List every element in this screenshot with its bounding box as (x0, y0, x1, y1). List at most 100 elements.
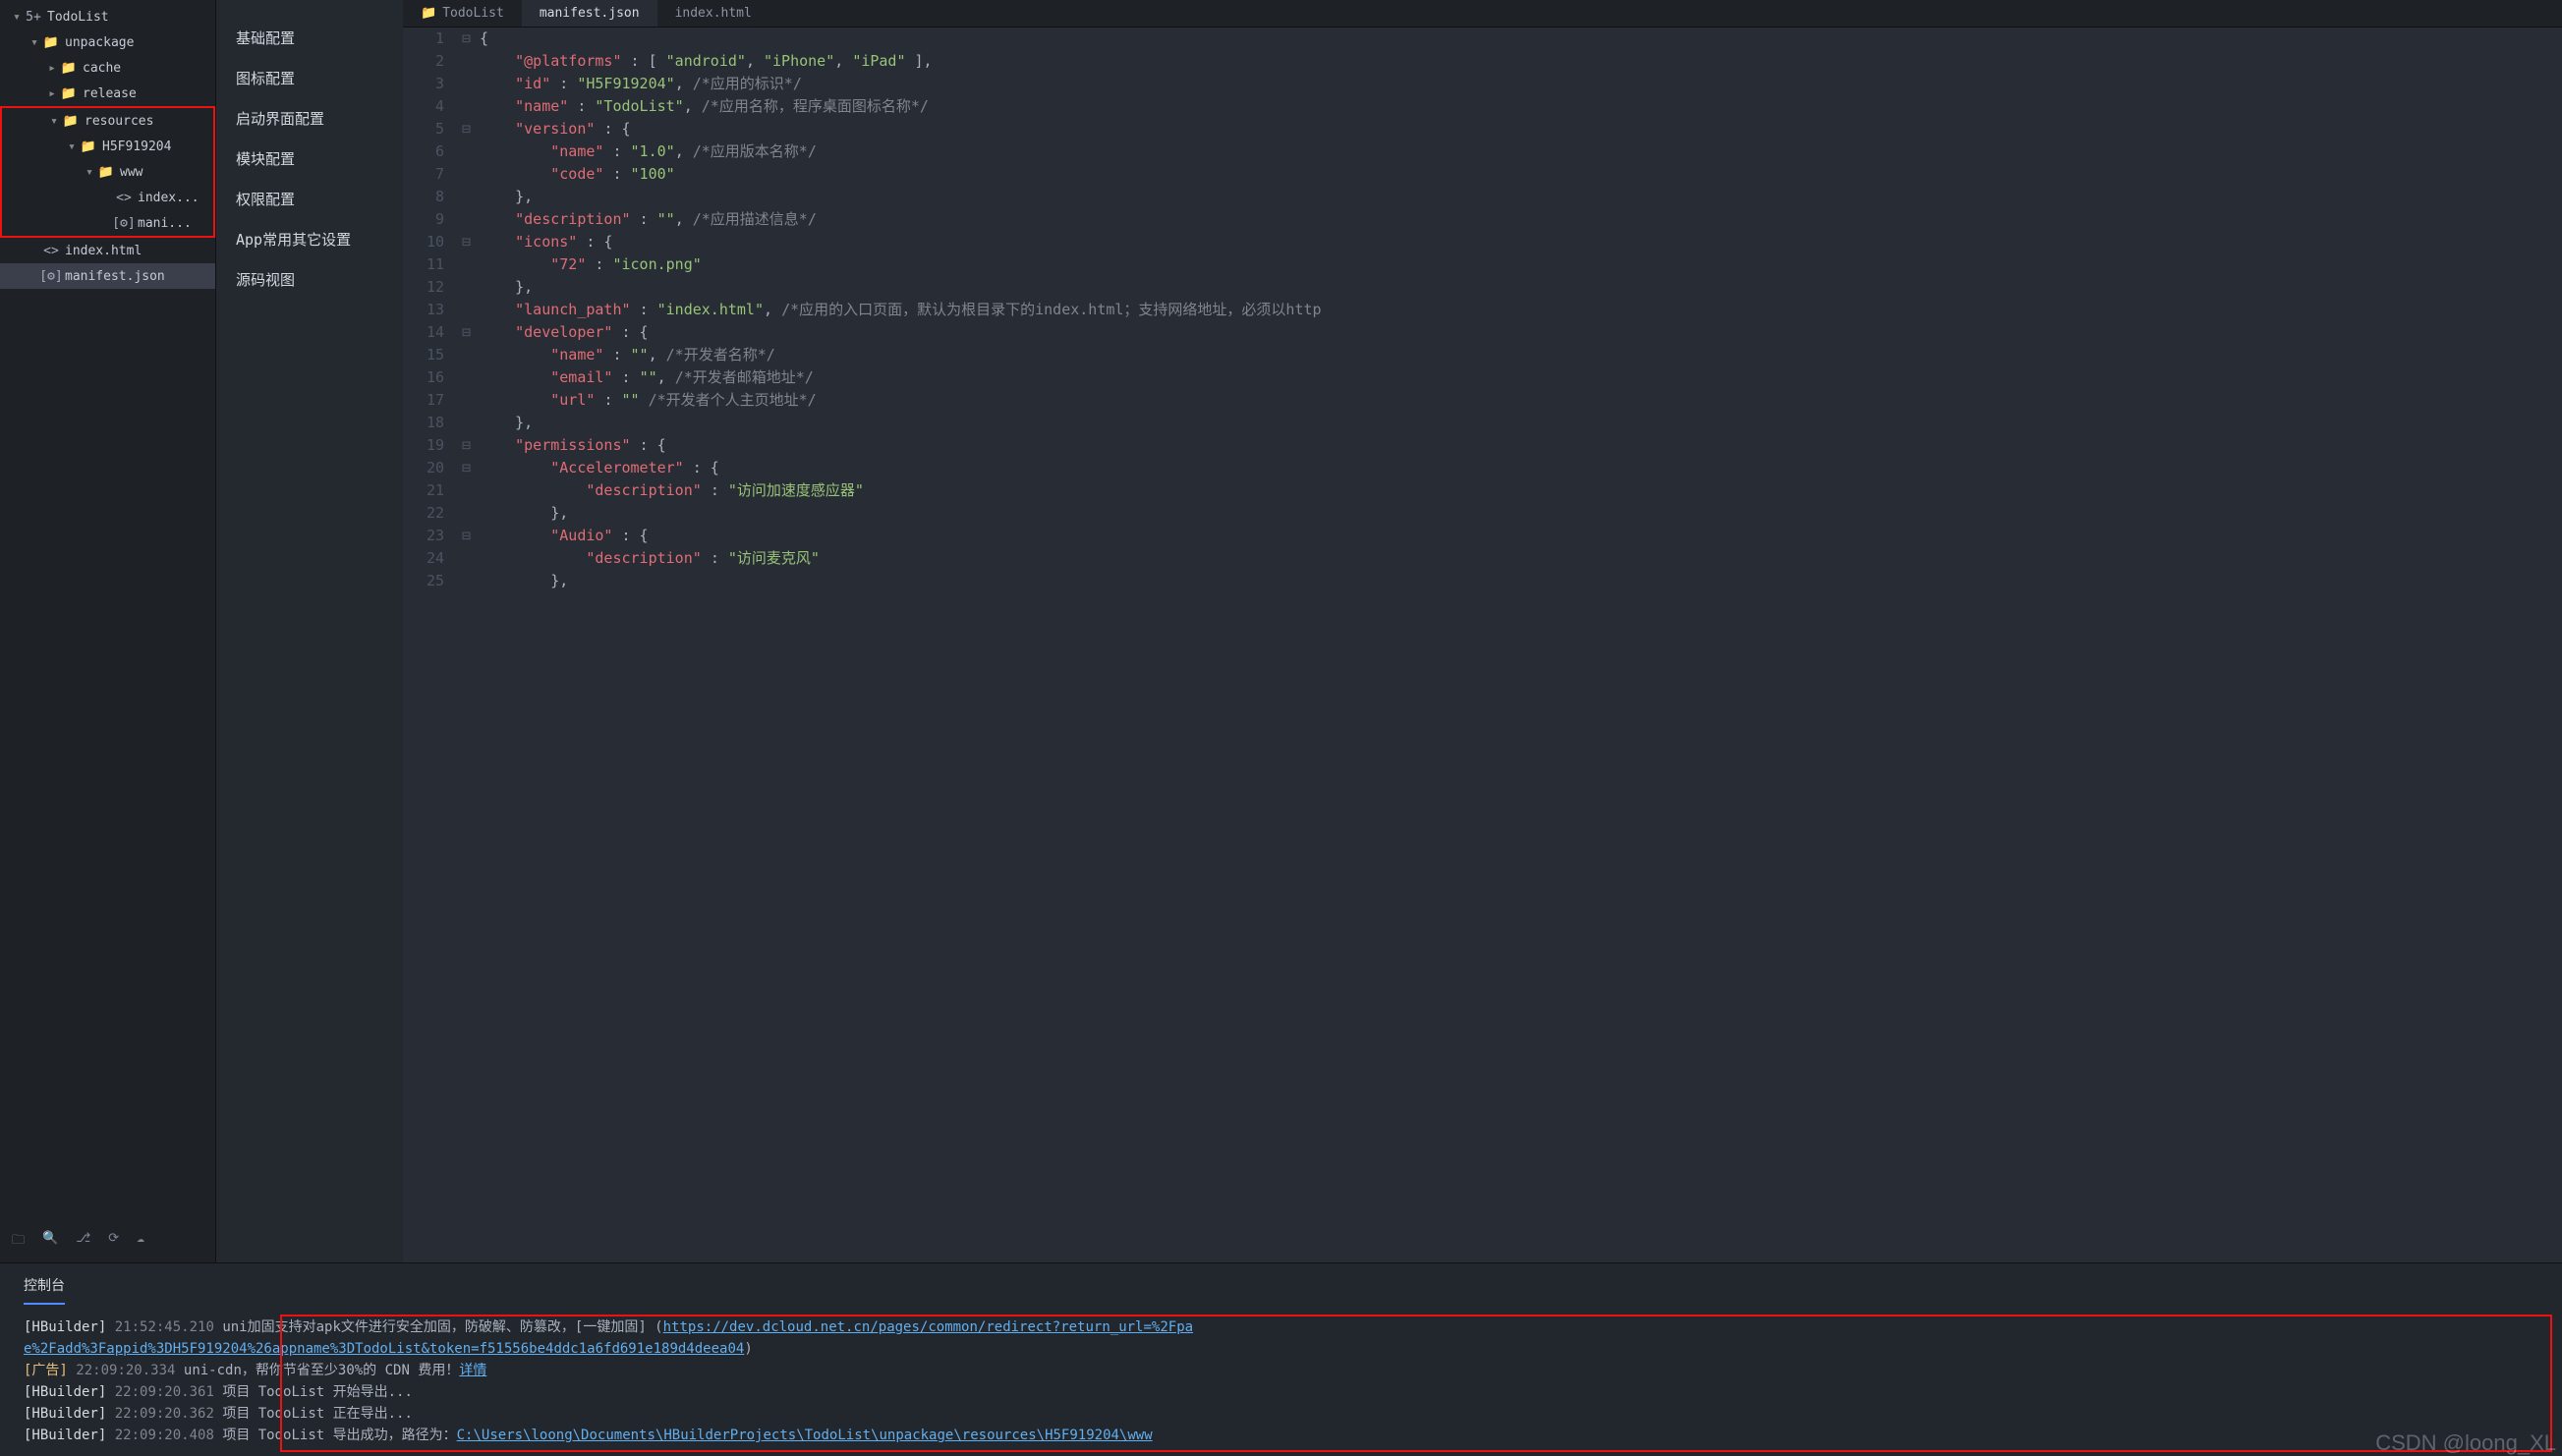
code-line: "72" : "icon.png" (480, 253, 2562, 276)
console-line: [广告] 22:09:20.334 uni-cdn，帮你节省至少30%的 CDN… (24, 1360, 2538, 1381)
fold-toggle[interactable]: ⊟ (462, 457, 480, 479)
sync-icon[interactable]: ⟳ (108, 1231, 119, 1253)
code-line: "version" : { (480, 118, 2562, 140)
editor-tab[interactable]: 📁TodoList (403, 0, 522, 27)
manifest-nav-item[interactable]: 权限配置 (216, 179, 403, 219)
chevron-icon: ▾ (65, 140, 79, 154)
fold-toggle[interactable]: ⊟ (462, 28, 480, 50)
log-timestamp: 21:52:45.210 (115, 1319, 214, 1335)
line-number: 18 (403, 412, 444, 434)
log-link[interactable]: 详情 (459, 1363, 486, 1378)
binoculars-icon[interactable]: 🔍 (42, 1231, 58, 1253)
line-number: 11 (403, 253, 444, 276)
code-line: "name" : "", /*开发者名称*/ (480, 344, 2562, 366)
code-line: "Accelerometer" : { (480, 457, 2562, 479)
fold-toggle (462, 299, 480, 321)
code-line: }, (480, 186, 2562, 208)
fold-toggle (462, 50, 480, 73)
fold-toggle[interactable]: ⊟ (462, 321, 480, 344)
line-number: 8 (403, 186, 444, 208)
manifest-nav-item[interactable]: 模块配置 (216, 139, 403, 179)
editor-tab[interactable]: index.html (657, 0, 769, 27)
fold-toggle[interactable]: ⊟ (462, 525, 480, 547)
tree-label: index.html (65, 244, 142, 258)
code-line: "description" : "访问加速度感应器" (480, 479, 2562, 502)
editor-pane: 📁TodoListmanifest.jsonindex.html 1234567… (403, 0, 2562, 1262)
console-line: [HBuilder] 22:09:20.362 项目 TodoList 正在导出… (24, 1403, 2538, 1425)
file-icon: 📁 (98, 165, 114, 180)
code-line: }, (480, 412, 2562, 434)
chevron-icon: ▾ (28, 35, 41, 50)
code-editor[interactable]: 1234567891011121314151617181920212223242… (403, 28, 2562, 1262)
file-icon: 📁 (61, 61, 77, 76)
tree-item[interactable]: <> index.html (0, 238, 215, 263)
file-icon: 📁 (43, 35, 59, 50)
line-number: 17 (403, 389, 444, 412)
tree-label: manifest.json (65, 269, 165, 284)
tree-label: www (120, 165, 142, 180)
file-icon: 📁 (63, 114, 79, 129)
code-line: }, (480, 276, 2562, 299)
console-panel: 控制台 [HBuilder] 21:52:45.210 uni加固支持对apk文… (0, 1262, 2562, 1456)
file-icon: 5+ (26, 10, 41, 25)
line-number: 6 (403, 140, 444, 163)
code-line: "name" : "TodoList", /*应用名称，程序桌面图标名称*/ (480, 95, 2562, 118)
fold-toggle[interactable]: ⊟ (462, 118, 480, 140)
log-timestamp: 22:09:20.334 (76, 1363, 175, 1378)
editor-tab[interactable]: manifest.json (522, 0, 657, 27)
tree-item[interactable]: [⚙]manifest.json (0, 263, 215, 289)
tree-item[interactable]: ▾5+TodoList (0, 4, 215, 29)
log-link[interactable]: https://dev.dcloud.net.cn/pages/common/r… (663, 1319, 1193, 1335)
fold-toggle (462, 570, 480, 592)
fold-toggle[interactable]: ⊟ (462, 434, 480, 457)
file-icon: <> (43, 244, 59, 258)
line-number: 16 (403, 366, 444, 389)
log-link[interactable]: C:\Users\loong\Documents\HBuilderProject… (457, 1428, 1153, 1443)
code-line: "description" : "", /*应用描述信息*/ (480, 208, 2562, 231)
tree-item[interactable]: ▾📁unpackage (0, 29, 215, 55)
file-explorer: ▾5+TodoList▾📁unpackage▸📁cache▸📁release▾📁… (0, 0, 216, 1262)
console-line: [HBuilder] 22:09:20.361 项目 TodoList 开始导出… (24, 1381, 2538, 1403)
tab-icon: 📁 (421, 6, 436, 21)
folder-move-icon[interactable]: 🗀 (12, 1231, 25, 1253)
manifest-nav-item[interactable]: 源码视图 (216, 259, 403, 300)
manifest-nav-item[interactable]: 图标配置 (216, 58, 403, 98)
console-tab[interactable]: 控制台 (24, 1275, 65, 1305)
tree-label: index... (138, 191, 199, 205)
code-line: }, (480, 570, 2562, 592)
fold-toggle (462, 186, 480, 208)
line-number: 1 (403, 28, 444, 50)
tree-item[interactable]: ▾📁www (2, 159, 213, 185)
log-body: 项目 TodoList 正在导出... (222, 1406, 413, 1422)
cloud-icon[interactable]: ☁ (137, 1231, 144, 1253)
tab-label: manifest.json (540, 6, 640, 21)
tree-label: mani... (138, 216, 192, 231)
tree-item[interactable]: ▾📁H5F919204 (2, 134, 213, 159)
manifest-nav-item[interactable]: 基础配置 (216, 18, 403, 58)
chevron-icon: ▾ (47, 114, 61, 129)
code-line: "name" : "1.0", /*应用版本名称*/ (480, 140, 2562, 163)
file-icon: 📁 (61, 86, 77, 101)
tree-item[interactable]: ▾📁resources (2, 108, 213, 134)
manifest-nav-item[interactable]: 启动界面配置 (216, 98, 403, 139)
tree-item[interactable]: <>index... (2, 185, 213, 210)
tree-item[interactable]: [⚙]mani... (2, 210, 213, 236)
log-tag: [HBuilder] (24, 1319, 106, 1335)
branch-icon[interactable]: ⎇ (76, 1231, 90, 1253)
fold-toggle (462, 412, 480, 434)
line-number: 25 (403, 570, 444, 592)
line-number: 10 (403, 231, 444, 253)
line-number: 3 (403, 73, 444, 95)
fold-toggle[interactable]: ⊟ (462, 231, 480, 253)
manifest-nav-item[interactable]: App常用其它设置 (216, 219, 403, 259)
line-number: 14 (403, 321, 444, 344)
log-timestamp: 22:09:20.362 (115, 1406, 214, 1422)
chevron-icon: ▸ (45, 61, 59, 76)
tree-item[interactable]: ▸📁cache (0, 55, 215, 81)
tree-item[interactable]: ▸📁release (0, 81, 215, 106)
fold-toggle (462, 389, 480, 412)
code-line: "Audio" : { (480, 525, 2562, 547)
console-line: [HBuilder] 22:09:20.408 项目 TodoList 导出成功… (24, 1425, 2538, 1446)
log-link[interactable]: e%2Fadd%3Fappid%3DH5F919204%26appname%3D… (24, 1341, 744, 1357)
line-number: 2 (403, 50, 444, 73)
